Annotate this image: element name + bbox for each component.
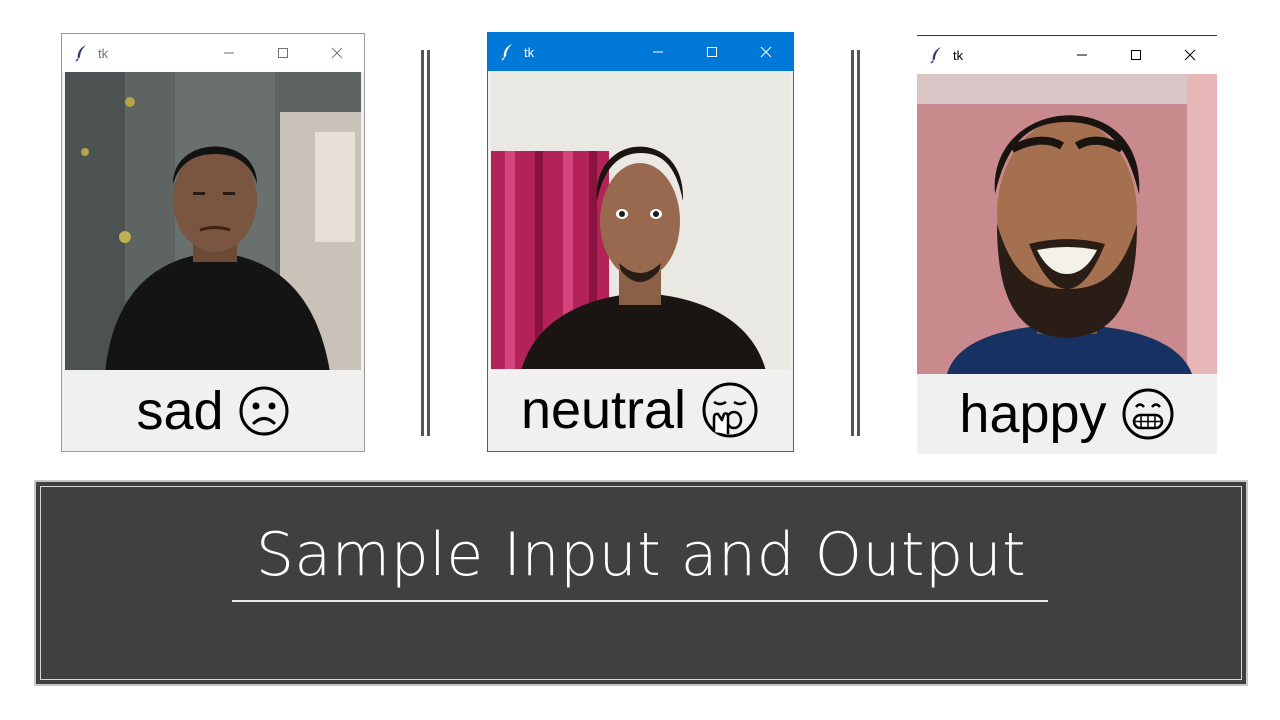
maximize-button[interactable] (256, 34, 310, 72)
emotion-label: neutral (520, 380, 687, 440)
maximize-button[interactable] (685, 33, 739, 71)
close-button[interactable] (1163, 36, 1217, 74)
title-banner: Sample Input and Output (34, 480, 1248, 686)
maximize-button[interactable] (1109, 36, 1163, 74)
title-underline (232, 600, 1048, 602)
emotion-label: sad (136, 381, 224, 441)
yawning-face-icon (700, 380, 760, 440)
webcam-feed (917, 74, 1217, 374)
window-titlebar[interactable]: tk (62, 34, 364, 72)
webcam-feed (491, 71, 790, 369)
tk-feather-icon (927, 46, 947, 64)
minimize-button[interactable] (1055, 36, 1109, 74)
window-happy: tk happy (917, 35, 1217, 454)
tk-feather-icon (72, 44, 92, 62)
webcam-feed (65, 72, 361, 370)
separator-1 (421, 50, 431, 436)
emotion-label: happy (959, 384, 1107, 444)
minimize-button[interactable] (202, 34, 256, 72)
banner-title: Sample Input and Output (255, 520, 1027, 590)
emotion-label-row: happy (917, 374, 1217, 454)
close-button[interactable] (310, 34, 364, 72)
window-title: tk (953, 47, 964, 63)
minimize-button[interactable] (631, 33, 685, 71)
window-titlebar[interactable]: tk (488, 33, 793, 71)
window-titlebar[interactable]: tk (917, 36, 1217, 74)
close-button[interactable] (739, 33, 793, 71)
tk-feather-icon (498, 43, 518, 61)
emotion-label-row: neutral (488, 369, 793, 451)
window-title: tk (524, 44, 535, 60)
window-title: tk (98, 45, 109, 61)
window-sad: tk sad (61, 33, 365, 452)
sad-face-icon (238, 385, 290, 437)
separator-2 (851, 50, 861, 436)
grinning-face-icon (1121, 387, 1175, 441)
emotion-label-row: sad (62, 371, 364, 451)
window-neutral: tk neutral (487, 32, 794, 452)
